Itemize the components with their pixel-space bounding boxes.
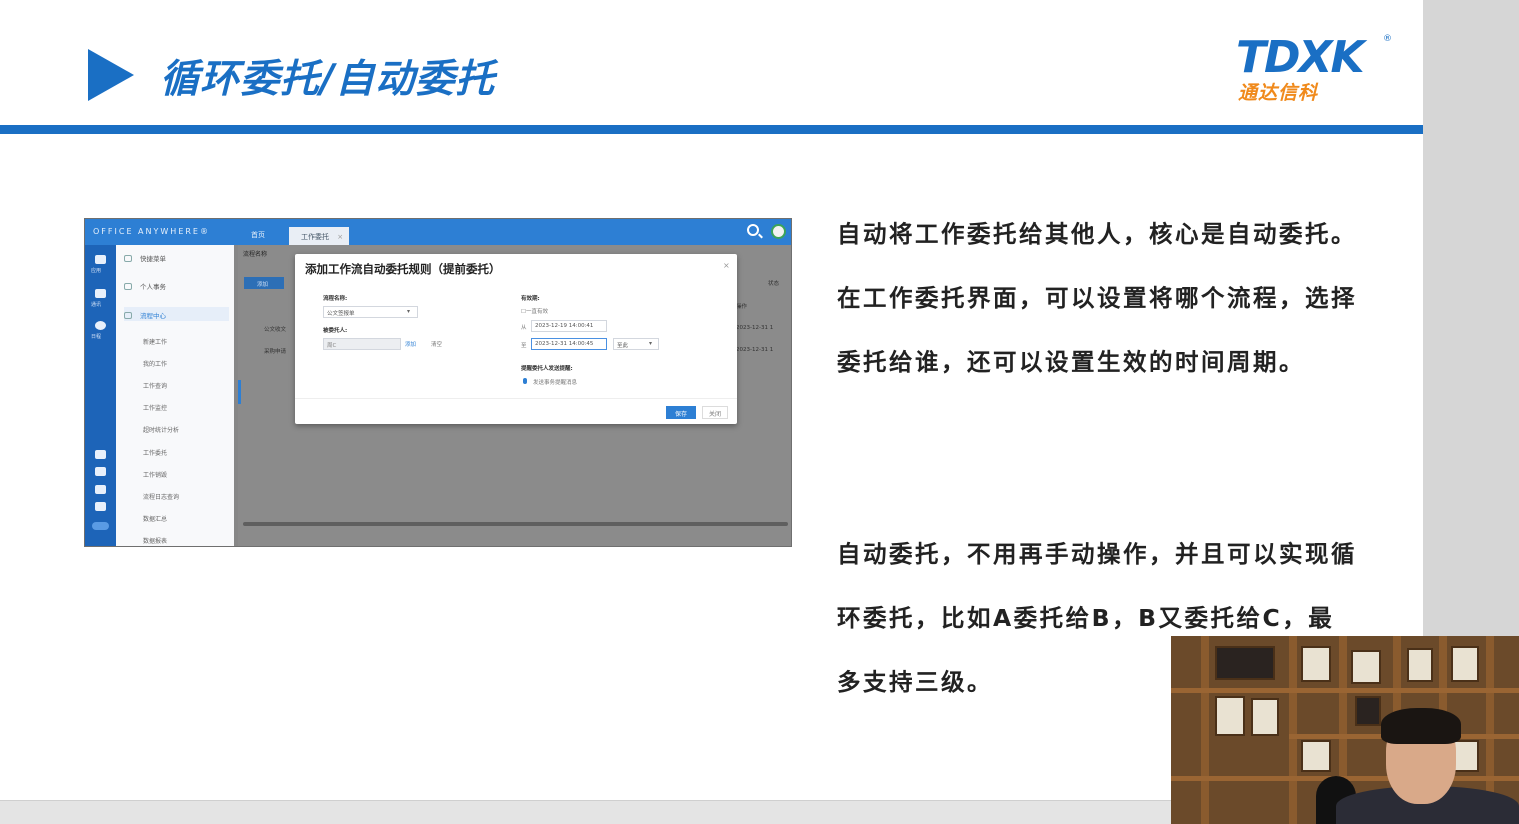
- search-icon[interactable]: [747, 224, 759, 236]
- notify-option[interactable]: 发送事务提醒消息: [533, 378, 577, 386]
- table-cell-date: 2023-12-31 1: [736, 325, 774, 331]
- calendar-icon[interactable]: [95, 321, 106, 330]
- submenu-item[interactable]: 我的工作: [143, 359, 167, 368]
- award-plaque: [1355, 696, 1381, 726]
- menu-item-workflow-center[interactable]: 流程中心: [124, 307, 229, 321]
- certificate-frame: [1301, 740, 1331, 772]
- shelf-post: [1201, 636, 1209, 824]
- submenu-item[interactable]: 超时统计分析: [143, 425, 179, 434]
- close-button[interactable]: 关闭: [702, 406, 728, 419]
- chat-icon[interactable]: [95, 450, 106, 459]
- slide-title: 循环委托/自动委托: [160, 57, 496, 102]
- flow-name-select[interactable]: 公文签报单: [323, 306, 418, 318]
- dialog-footer: 保存 关闭: [295, 398, 737, 424]
- certificate-frame: [1251, 698, 1279, 736]
- submenu-item[interactable]: 工作监控: [143, 403, 167, 412]
- add-rule-button[interactable]: 添加: [244, 277, 284, 289]
- collapse-handle[interactable]: [238, 380, 241, 404]
- validity-label: 有效期:: [521, 296, 540, 302]
- start-date-field[interactable]: 2023-12-19 14:00:41: [531, 320, 607, 332]
- submenu-item[interactable]: 流程日志查询: [143, 492, 179, 501]
- certificate-frame: [1215, 696, 1245, 736]
- flow-name-label: 流程名称:: [323, 296, 348, 302]
- dialog-close-icon[interactable]: ×: [723, 261, 730, 270]
- user-icon[interactable]: [95, 485, 106, 494]
- chevron-down-icon: ▾: [649, 340, 653, 347]
- logo-subtitle: 通达信科: [1238, 82, 1319, 104]
- submenu-item[interactable]: 工作销毁: [143, 470, 167, 479]
- tab-work-delegation[interactable]: 工作委托 ×: [289, 227, 349, 245]
- app-brand: OFFICE ANYWHERE®: [93, 227, 210, 236]
- add-delegation-rule-dialog: 添加工作流自动委托规则（提前委托） × 流程名称: 公文签报单 ▾ 被委托人: …: [295, 254, 737, 424]
- app-screenshot: OFFICE ANYWHERE® 首页 工作委托 × 应用 通讯 日程 快捷菜单…: [84, 218, 792, 547]
- add-delegatee-link[interactable]: 添加: [405, 340, 416, 348]
- rail-more-pill[interactable]: [92, 522, 109, 530]
- menu-item-label: 流程中心: [140, 312, 166, 320]
- certificate-frame: [1351, 650, 1381, 684]
- delegatee-label: 被委托人:: [323, 328, 348, 334]
- column-header-flow-name: 流程名称: [243, 251, 268, 258]
- app-side-menu: 快捷菜单 个人事务 流程中心 新建工作 我的工作 工作查询 工作监控 超时统计分…: [116, 245, 234, 546]
- horizontal-scrollbar[interactable]: [243, 522, 788, 526]
- delegatee-field[interactable]: 周C: [323, 338, 401, 350]
- submenu-item[interactable]: 工作查询: [143, 381, 167, 390]
- play-triangle-icon: [88, 49, 134, 101]
- filter-icon[interactable]: [95, 502, 106, 511]
- apps-grid-icon[interactable]: [95, 255, 106, 264]
- column-header-status: 状态: [768, 281, 780, 287]
- company-logo: TDXK ® 通达信科: [1236, 32, 1396, 105]
- end-date-field[interactable]: 2023-12-31 14:00:45: [531, 338, 607, 350]
- avatar[interactable]: [771, 224, 786, 239]
- submenu-item[interactable]: 工作委托: [143, 448, 167, 457]
- shelf-post: [1289, 636, 1297, 824]
- certificate-frame: [1451, 646, 1479, 682]
- logo-mark: TDXK: [1236, 32, 1365, 83]
- workflow-icon: [124, 312, 132, 319]
- forever-checkbox[interactable]: ☐一直有效: [521, 307, 548, 315]
- notify-icon: [523, 378, 527, 384]
- clear-delegatee-link[interactable]: 清空: [431, 340, 442, 348]
- document-icon[interactable]: [95, 467, 106, 476]
- tab-work-delegation-label: 工作委托: [301, 233, 329, 241]
- to-label: 至: [521, 343, 527, 349]
- submenu-item[interactable]: 数据报表: [143, 536, 167, 545]
- menu-item-label: 快捷菜单: [140, 255, 166, 263]
- shelf-board: [1171, 688, 1519, 693]
- rail-label-apps: 应用: [91, 268, 102, 274]
- certificate-frame: [1407, 648, 1433, 682]
- submenu-item[interactable]: 数据汇总: [143, 514, 167, 523]
- logo-registered-mark: ®: [1383, 34, 1392, 44]
- chevron-down-icon: ▾: [407, 308, 411, 315]
- menu-item-label: 个人事务: [140, 283, 166, 291]
- contacts-icon[interactable]: [95, 289, 106, 298]
- tab-close-icon[interactable]: ×: [337, 233, 343, 241]
- tab-home[interactable]: 首页: [251, 230, 265, 240]
- app-icon-rail: 应用 通讯 日程: [85, 245, 116, 546]
- from-label: 从: [521, 325, 527, 331]
- title-divider: [0, 125, 1423, 134]
- end-mode-select[interactable]: 至此: [613, 338, 659, 350]
- app-header: OFFICE ANYWHERE® 首页 工作委托 ×: [85, 219, 791, 245]
- dialog-title: 添加工作流自动委托规则（提前委托）: [305, 262, 501, 276]
- table-row[interactable]: 采购申请: [264, 347, 286, 355]
- menu-item-personal[interactable]: 个人事务: [124, 281, 229, 295]
- rail-label-calendar: 日程: [91, 334, 102, 340]
- award-plaque: [1215, 646, 1275, 680]
- certificate-frame: [1301, 646, 1331, 682]
- menu-item-shortcuts[interactable]: 快捷菜单: [124, 253, 229, 267]
- forever-checkbox-label: 一直有效: [525, 309, 548, 315]
- presenter-hair: [1381, 708, 1461, 744]
- description-paragraph-1: 自动将工作委托给其他人，核心是自动委托。在工作委托界面，可以设置将哪个流程，选择…: [837, 220, 1357, 376]
- table-cell-date: 2023-12-31 1: [736, 347, 774, 353]
- presenter-webcam: [1171, 636, 1519, 824]
- column-header-actions: 操作: [736, 304, 748, 310]
- rail-label-contacts: 通讯: [91, 302, 102, 308]
- save-button[interactable]: 保存: [666, 406, 696, 419]
- shortcut-icon: [124, 255, 132, 262]
- notify-label: 提醒委托人发送提醒:: [521, 366, 573, 372]
- table-row[interactable]: 公文收文: [264, 325, 286, 333]
- submenu-item[interactable]: 新建工作: [143, 337, 167, 346]
- person-icon: [124, 283, 132, 290]
